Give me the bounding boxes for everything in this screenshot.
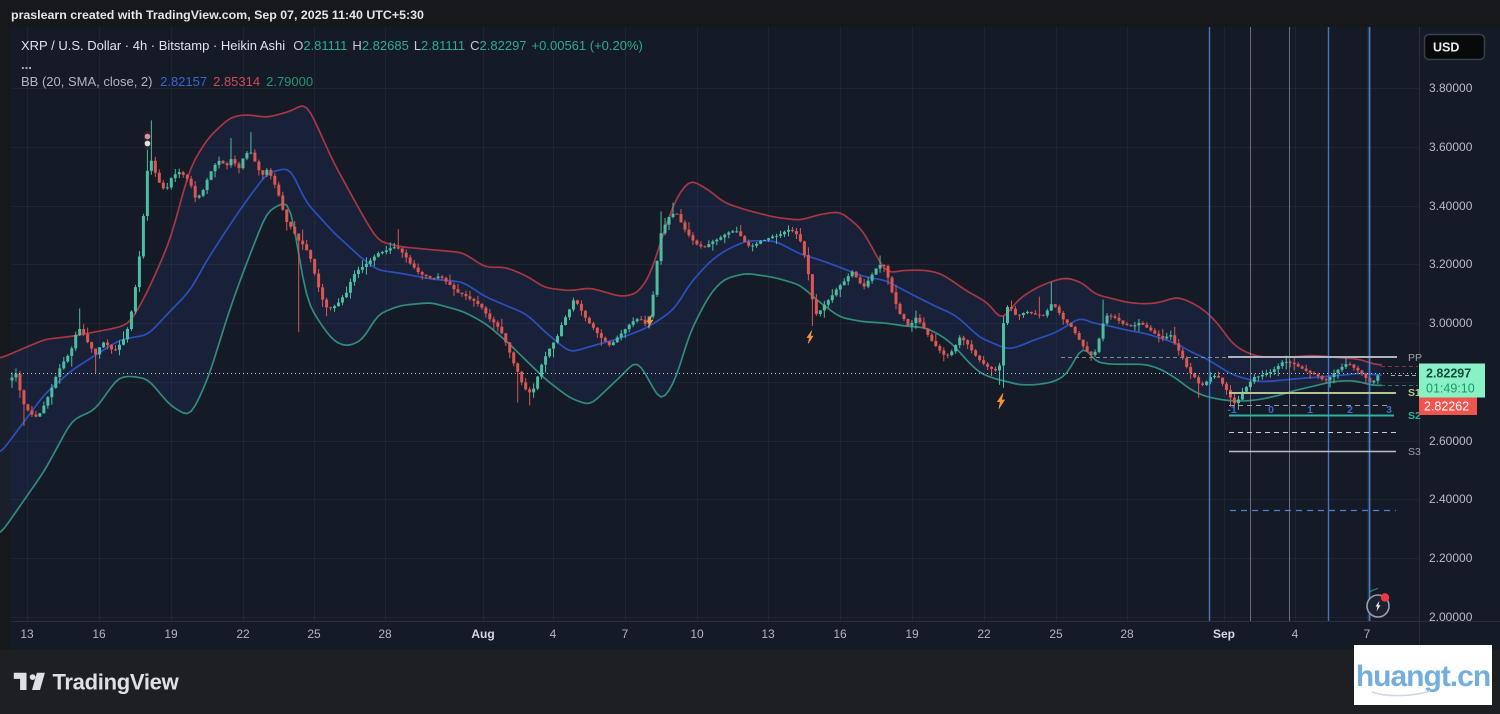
svg-text:...: ... (21, 57, 32, 72)
svg-text:XRP / U.S. Dollar · 4h · Bitst: XRP / U.S. Dollar · 4h · Bitstamp · Heik… (21, 38, 643, 53)
svg-text:2.60000: 2.60000 (1429, 434, 1473, 448)
svg-text:3: 3 (1386, 404, 1392, 416)
svg-text:2.20000: 2.20000 (1429, 551, 1473, 565)
svg-text:3.20000: 3.20000 (1429, 257, 1473, 271)
svg-text:7: 7 (1364, 627, 1371, 641)
svg-text:28: 28 (378, 627, 392, 641)
svg-text:2.40000: 2.40000 (1429, 492, 1473, 506)
svg-text:19: 19 (905, 627, 919, 641)
svg-text:praslearn created with Trading: praslearn created with TradingView.com, … (11, 8, 424, 22)
svg-text:10: 10 (690, 627, 704, 641)
svg-text:4: 4 (550, 627, 557, 641)
svg-text:TradingView: TradingView (53, 670, 180, 695)
svg-text:PP: PP (1408, 352, 1422, 364)
svg-text:S3: S3 (1408, 446, 1421, 458)
svg-text:Aug: Aug (471, 627, 494, 641)
svg-text:2: 2 (1347, 404, 1353, 416)
svg-text:22: 22 (977, 627, 991, 641)
svg-text:16: 16 (833, 627, 847, 641)
svg-text:25: 25 (307, 627, 321, 641)
svg-text:3.60000: 3.60000 (1429, 140, 1473, 154)
svg-text:3.80000: 3.80000 (1429, 81, 1473, 95)
svg-text:4: 4 (1292, 627, 1299, 641)
svg-text:USD: USD (1433, 41, 1459, 55)
svg-text:13: 13 (761, 627, 775, 641)
svg-text:-1: -1 (1227, 404, 1236, 416)
svg-text:0: 0 (1268, 404, 1274, 416)
svg-text:01:49:10: 01:49:10 (1426, 382, 1475, 396)
svg-text:16: 16 (92, 627, 106, 641)
svg-text:7: 7 (622, 627, 629, 641)
svg-text:22: 22 (236, 627, 250, 641)
svg-text:2.82297: 2.82297 (1426, 367, 1471, 381)
svg-text:2.00000: 2.00000 (1429, 610, 1473, 624)
svg-text:1: 1 (1307, 404, 1313, 416)
svg-text:13: 13 (20, 627, 34, 641)
svg-text:Sep: Sep (1213, 627, 1235, 641)
svg-text:BB (20, SMA, close, 2) 2.82157: BB (20, SMA, close, 2) 2.821572.853142.7… (21, 74, 313, 89)
svg-text:28: 28 (1120, 627, 1134, 641)
svg-text:3.40000: 3.40000 (1429, 199, 1473, 213)
svg-text:huangt.cn: huangt.cn (1356, 660, 1490, 693)
svg-text:2.82262: 2.82262 (1424, 400, 1469, 414)
svg-text:3.00000: 3.00000 (1429, 316, 1473, 330)
svg-text:19: 19 (164, 627, 178, 641)
svg-text:25: 25 (1049, 627, 1063, 641)
